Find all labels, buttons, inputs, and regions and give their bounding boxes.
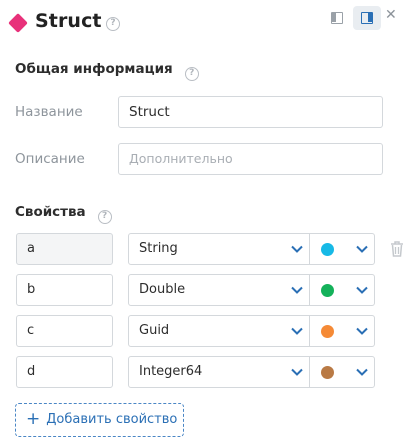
panel-right-icon <box>361 12 373 24</box>
property-type-value: String <box>139 241 178 256</box>
property-name-input[interactable]: b <box>16 274 113 306</box>
entity-diamond-icon <box>8 13 28 33</box>
property-name-input[interactable]: a <box>16 233 113 265</box>
chevron-down-icon[interactable] <box>354 282 370 298</box>
chevron-down-icon[interactable] <box>354 241 370 257</box>
panel-left-icon <box>331 12 343 24</box>
chevron-down-icon[interactable] <box>289 241 305 257</box>
general-info-heading: Общая информация? <box>15 61 199 81</box>
property-color-select[interactable] <box>309 233 375 265</box>
property-name-input[interactable]: d <box>16 356 113 388</box>
properties-heading: Свойства? <box>15 204 112 224</box>
chevron-down-icon[interactable] <box>354 364 370 380</box>
add-property-label: Добавить свойство <box>46 412 178 427</box>
property-row: a String <box>16 233 411 265</box>
panel-header: Struct ? ✕ <box>0 0 411 48</box>
layout-right-button[interactable] <box>353 6 381 30</box>
trash-icon[interactable] <box>389 240 405 258</box>
properties-title: Свойства <box>15 204 86 220</box>
name-label: Название <box>15 104 83 120</box>
property-color-select[interactable] <box>309 274 375 306</box>
property-type-select[interactable]: String <box>128 233 310 265</box>
close-icon[interactable]: ✕ <box>385 7 397 23</box>
color-swatch <box>321 284 334 297</box>
chevron-down-icon[interactable] <box>289 282 305 298</box>
property-type-value: Integer64 <box>139 364 203 379</box>
color-swatch <box>321 325 334 338</box>
chevron-down-icon[interactable] <box>354 323 370 339</box>
chevron-down-icon[interactable] <box>289 364 305 380</box>
property-type-select[interactable]: Double <box>128 274 310 306</box>
page-title: Struct <box>35 10 102 32</box>
property-type-select[interactable]: Guid <box>128 315 310 347</box>
property-color-select[interactable] <box>309 356 375 388</box>
property-type-value: Double <box>139 282 186 297</box>
add-property-button[interactable]: + Добавить свойство <box>15 403 184 437</box>
name-input[interactable]: Struct <box>118 96 383 128</box>
property-row: b Double <box>16 274 411 306</box>
chevron-down-icon[interactable] <box>289 323 305 339</box>
property-row: d Integer64 <box>16 356 411 388</box>
property-type-value: Guid <box>139 323 170 338</box>
help-icon[interactable]: ? <box>97 210 112 224</box>
general-info-title: Общая информация <box>15 61 173 77</box>
description-input[interactable]: Дополнительно <box>118 143 383 175</box>
property-type-select[interactable]: Integer64 <box>128 356 310 388</box>
color-swatch <box>321 366 334 379</box>
help-icon[interactable]: ? <box>184 67 199 81</box>
property-name-input[interactable]: c <box>16 315 113 347</box>
property-row: c Guid <box>16 315 411 347</box>
layout-left-button[interactable] <box>323 6 351 30</box>
color-swatch <box>321 243 334 256</box>
help-icon[interactable]: ? <box>106 17 120 31</box>
plus-icon: + <box>26 409 41 429</box>
description-label: Описание <box>15 151 85 167</box>
property-color-select[interactable] <box>309 315 375 347</box>
